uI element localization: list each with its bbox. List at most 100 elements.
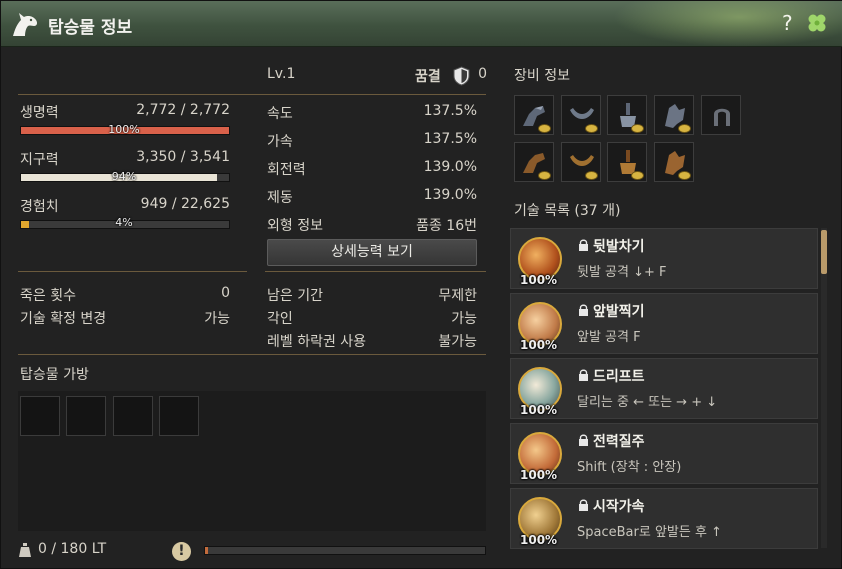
equip-badge xyxy=(585,171,598,180)
bag-weight: 0 / 180 LT xyxy=(38,541,107,557)
lock-icon xyxy=(579,239,588,251)
lock-icon xyxy=(579,434,588,446)
death-count-label: 죽은 횟수 xyxy=(20,288,76,304)
skill-change-value: 가능 xyxy=(204,311,230,327)
horseshoe-icon xyxy=(714,108,730,126)
attr-turn-value: 139.0% xyxy=(423,159,477,175)
equip-slot-saddle-costume[interactable] xyxy=(561,142,601,182)
bag-slot[interactable] xyxy=(113,396,153,436)
attr-turn-label: 회전력 xyxy=(267,162,306,178)
equip-slot-head-costume[interactable] xyxy=(514,142,554,182)
bag-slot[interactable] xyxy=(20,396,60,436)
equip-slot-stirrup-costume[interactable] xyxy=(607,142,647,182)
skill-desc: 앞발 공격 F xyxy=(577,330,641,345)
attr-accel-label: 가속 xyxy=(267,134,293,150)
equip-slot-head-armor[interactable] xyxy=(514,95,554,135)
equipment-title: 장비 정보 xyxy=(514,68,570,84)
mount-level: Lv.1 xyxy=(267,66,296,82)
attr-brake-value: 139.0% xyxy=(423,187,477,203)
bag-title: 탑승물 가방 xyxy=(20,367,89,383)
skill-scrollbar[interactable] xyxy=(821,228,827,548)
remaining-period-value: 무제한 xyxy=(438,288,477,304)
bag-slot[interactable] xyxy=(66,396,106,436)
death-count-value: 0 xyxy=(221,285,230,301)
exp-percent: 4% xyxy=(115,216,133,229)
lock-icon xyxy=(579,304,588,316)
skill-desc: 뒷발 공격 ↓+ F xyxy=(577,265,667,280)
stamina-percent: 94% xyxy=(111,170,137,183)
skill-desc: SpaceBar로 앞발든 후 ↑ xyxy=(577,525,722,540)
equip-badge xyxy=(538,171,551,180)
skill-percent: 100% xyxy=(520,403,558,417)
vital-label: 지구력 xyxy=(20,152,59,168)
equip-badge xyxy=(538,124,551,133)
window-title: 탑승물 정보 xyxy=(48,18,133,38)
lock-icon xyxy=(579,369,588,381)
warning-icon[interactable]: ! xyxy=(172,542,191,561)
weight-icon xyxy=(19,543,31,557)
equip-badge xyxy=(585,124,598,133)
mount-info-window: 탑승물 정보 ? Lv.1 꿈결 0 생명력 2,772 / 2,772 100… xyxy=(0,0,842,569)
weight-bar xyxy=(204,546,486,555)
vital-value: 949 / 22,625 xyxy=(140,196,230,212)
equip-badge xyxy=(631,124,644,133)
equip-badge xyxy=(631,171,644,180)
vital-label: 생명력 xyxy=(20,105,59,121)
skill-name: 전력질주 xyxy=(593,434,645,450)
skill-name: 뒷발차기 xyxy=(593,239,645,255)
divider xyxy=(265,271,486,272)
equip-slot-stirrup[interactable] xyxy=(607,95,647,135)
skill-percent: 100% xyxy=(520,533,558,547)
skill-change-label: 기술 확정 변경 xyxy=(20,311,107,327)
vital-label: 경험치 xyxy=(20,199,59,215)
help-icon[interactable]: ? xyxy=(782,11,793,35)
remaining-period-label: 남은 기간 xyxy=(267,288,323,304)
equip-slot-body-costume[interactable] xyxy=(654,142,694,182)
equip-slot-saddle[interactable] xyxy=(561,95,601,135)
bag-slot[interactable] xyxy=(159,396,199,436)
skill-item[interactable]: 100% 뒷발차기 뒷발 공격 ↓+ F xyxy=(510,228,818,289)
attr-speed-value: 137.5% xyxy=(423,103,477,119)
divider xyxy=(18,271,247,272)
skill-item[interactable]: 100% 앞발찍기 앞발 공격 F xyxy=(510,293,818,354)
attr-accel-value: 137.5% xyxy=(423,131,477,147)
divider xyxy=(18,94,486,95)
clover-icon[interactable] xyxy=(806,12,828,34)
equip-badge xyxy=(678,124,691,133)
equip-slot-horseshoe[interactable] xyxy=(701,95,741,135)
lock-icon xyxy=(579,499,588,511)
detail-stats-button[interactable]: 상세능력 보기 xyxy=(267,239,477,266)
weight-bar-fill xyxy=(205,547,208,554)
skill-scrollbar-thumb[interactable] xyxy=(821,230,827,274)
engrave-label: 각인 xyxy=(267,311,293,327)
divider xyxy=(18,354,486,355)
skill-name: 시작가속 xyxy=(593,499,645,515)
level-down-ticket-value: 불가능 xyxy=(438,334,477,350)
equip-badge xyxy=(678,171,691,180)
horse-head-icon xyxy=(13,13,38,36)
hp-percent: 100% xyxy=(108,123,140,136)
skill-item[interactable]: 100% 드리프트 달리는 중 ← 또는 → + ↓ xyxy=(510,358,818,419)
attr-appearance-value: 품종 16번 xyxy=(416,218,477,234)
grade-label: 꿈결 xyxy=(415,69,441,85)
skill-item[interactable]: 100% 전력질주 Shift (장착 : 안장) xyxy=(510,423,818,484)
skill-list[interactable]: 100% 뒷발차기 뒷발 공격 ↓+ F 100% 앞발찍기 앞발 공격 F 1… xyxy=(510,228,822,554)
vital-value: 3,350 / 3,541 xyxy=(136,149,230,165)
title-bar[interactable]: 탑승물 정보 ? xyxy=(1,1,842,47)
skill-name: 드리프트 xyxy=(593,369,645,385)
skill-percent: 100% xyxy=(520,338,558,352)
attr-appearance-label: 외형 정보 xyxy=(267,218,323,234)
skill-percent: 100% xyxy=(520,273,558,287)
engrave-value: 가능 xyxy=(451,311,477,327)
skill-desc: Shift (장착 : 안장) xyxy=(577,460,682,475)
skill-item[interactable]: 100% 시작가속 SpaceBar로 앞발든 후 ↑ xyxy=(510,488,818,549)
level-down-ticket-label: 레벨 하락권 사용 xyxy=(267,334,367,350)
attr-speed-label: 속도 xyxy=(267,106,293,122)
skill-list-title: 기술 목록 (37 개) xyxy=(514,203,621,219)
skill-percent: 100% xyxy=(520,468,558,482)
skill-desc: 달리는 중 ← 또는 → + ↓ xyxy=(577,395,718,410)
equip-slot-body-armor[interactable] xyxy=(654,95,694,135)
grade-value: 0 xyxy=(478,66,487,82)
exp-bar-fill xyxy=(21,221,30,228)
skill-name: 앞발찍기 xyxy=(593,304,645,320)
